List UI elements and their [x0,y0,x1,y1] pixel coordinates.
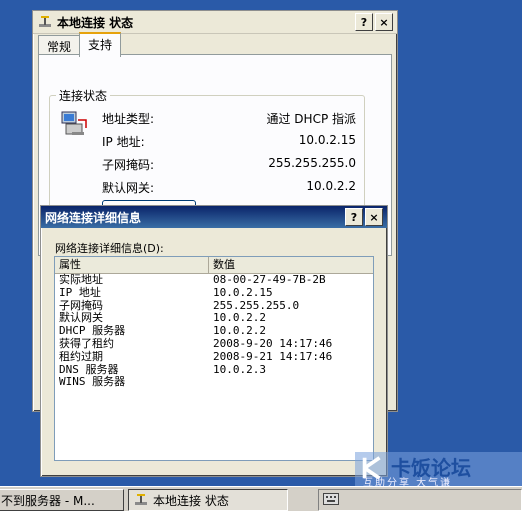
cell-value [209,376,373,389]
task-label: 本地连接 状态 [153,493,229,508]
computer-network-icon [61,111,87,135]
subnet-label: 子网掩码: [102,158,155,172]
keyboard-icon[interactable] [323,493,339,505]
cell-property: 获得了租约 [59,336,114,350]
system-tray [318,489,522,511]
cell-value: 2008-9-20 14:17:46 [213,336,333,350]
status-window-title: 本地连接 状态 [57,15,134,30]
list-header: 属性 数值 [55,257,373,274]
table-row[interactable]: WINS 服务器 [55,376,373,389]
details-listview[interactable]: 属性 数值 实际地址 08-00-27-49-7B-2B IP 地址 10.0.2.… [54,256,374,461]
subnet-value: 255.255.255.0 [268,156,356,170]
cell-property: IP 地址 [59,285,101,299]
close-button[interactable]: × [365,208,383,226]
table-row[interactable]: IP 地址 10.0.2.15 [55,285,373,300]
cell-value: 10.0.2.3 [213,362,266,376]
network-icon [39,16,51,27]
group-title: 连接状态 [56,87,111,104]
cell-property: 实际地址 [59,273,103,286]
taskbar-button-local-connection[interactable]: 本地连接 状态 [128,489,288,511]
status-titlebar[interactable]: 本地连接 状态 ? × [33,11,397,34]
taskbar-button-server[interactable]: 不到服务器 - M... [0,489,124,511]
details-window: 网络连接详细信息 ? × 网络连接详细信息(D): 属性 数值 实际地址 08-0… [40,205,388,477]
column-header-value[interactable]: 数值 [209,257,373,273]
help-button[interactable]: ? [355,13,373,31]
ip-value: 10.0.2.15 [298,133,356,147]
table-row[interactable]: 租约过期 2008-9-21 14:17:46 [55,349,373,364]
tab-general[interactable]: 常规 [38,35,81,56]
cell-property: 租约过期 [59,349,103,363]
forum-watermark: 卡饭论坛 互助分享 大气谦 [355,452,522,489]
details-list-label: 网络连接详细信息(D): [55,242,164,255]
column-header-property[interactable]: 属性 [55,257,209,273]
task-label: 不到服务器 - M... [1,493,95,508]
cell-value: 10.0.2.15 [213,285,273,299]
close-button[interactable]: × [375,13,393,31]
gateway-value: 10.0.2.2 [306,179,356,193]
network-icon [135,494,147,505]
ip-label: IP 地址: [102,135,145,149]
cell-value: 08-00-27-49-7B-2B [213,273,326,286]
details-titlebar[interactable]: 网络连接详细信息 ? × [41,206,387,228]
taskbar: 不到服务器 - M... 本地连接 状态 [0,486,522,511]
table-row[interactable]: 获得了租约 2008-9-20 14:17:46 [55,336,373,351]
cell-property: WINS 服务器 [59,375,126,389]
gateway-label: 默认网关: [102,181,155,195]
details-window-title: 网络连接详细信息 [45,210,142,225]
tab-support[interactable]: 支持 [79,32,122,57]
address-type-label: 地址类型: [102,112,155,126]
address-type-value: 通过 DHCP 指派 [266,112,356,126]
cell-value: 2008-9-21 14:17:46 [213,349,333,363]
help-button[interactable]: ? [345,208,363,226]
table-row[interactable]: 实际地址 08-00-27-49-7B-2B [55,273,373,287]
